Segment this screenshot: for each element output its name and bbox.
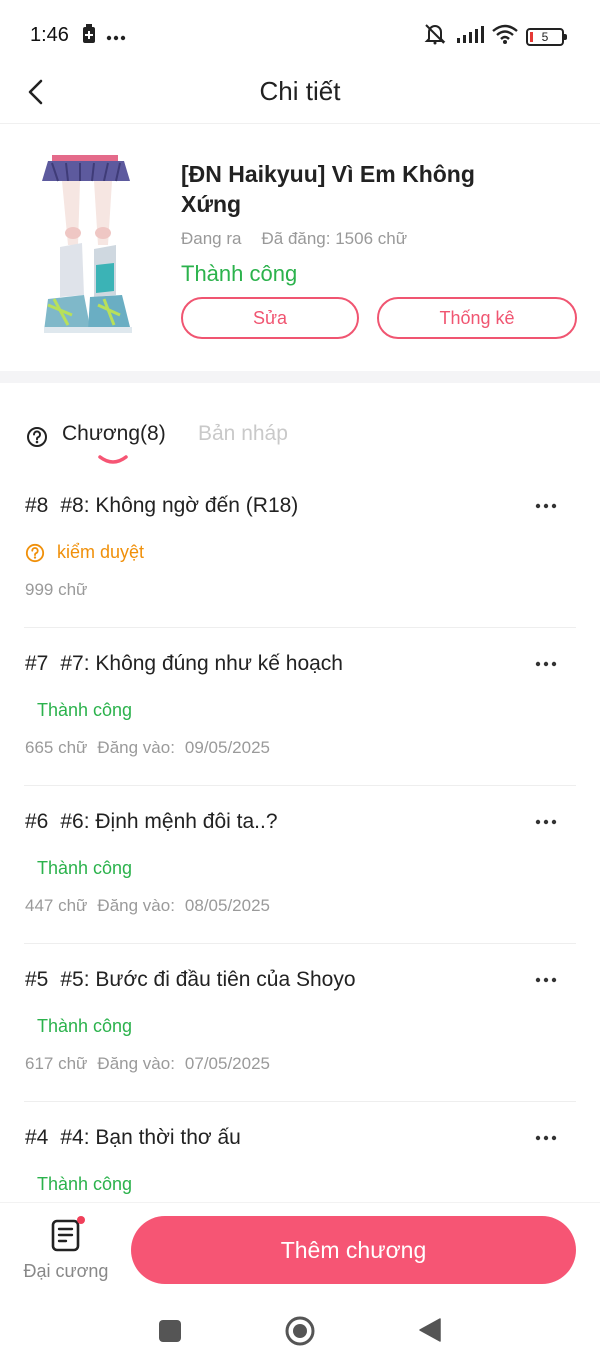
wifi-icon (492, 24, 518, 49)
page-title: Chi tiết (259, 76, 341, 106)
chapter-name: #5: Bước đi đầu tiên của Shoyo (60, 968, 356, 991)
chapter-words: 665 chữ (25, 738, 88, 757)
chapter-number: #7 (25, 652, 49, 675)
section-divider (0, 371, 600, 383)
chapter-status-text: Thành công (37, 700, 133, 720)
chapter-more-button[interactable] (532, 1126, 560, 1150)
chapter-status-text: kiểm duyệt (57, 542, 145, 562)
more-dots-icon (535, 503, 557, 509)
chapter-name: #6: Định mệnh đôi ta..? (60, 810, 278, 833)
chapter-status: Thành công (37, 1174, 132, 1195)
chapter-item[interactable]: #7 #7: Không đúng như kế hoạch Thành công… (24, 628, 576, 786)
status-left-icons (82, 24, 126, 49)
more-dots-icon (535, 819, 557, 825)
signal-icon (456, 24, 484, 49)
chapter-date-label: Đăng vào: (97, 738, 175, 757)
chapter-date-label: Đăng vào: (97, 1054, 175, 1073)
more-dots-icon (535, 661, 557, 667)
add-chapter-button[interactable]: Thêm chương (131, 1216, 576, 1284)
status-right-icons: 5 (422, 22, 567, 51)
outline-button[interactable]: Đại cương (18, 1216, 114, 1289)
nav-back-icon[interactable] (418, 1317, 442, 1348)
book-meta: Đang ra Đã đăng: 1506 chữ (181, 229, 581, 249)
chapter-date: 08/05/2025 (184, 896, 271, 915)
edit-button[interactable]: Sửa (181, 297, 359, 339)
chapter-date: 09/05/2025 (184, 738, 271, 757)
tab-chapters[interactable]: Chương(8) (62, 422, 166, 446)
chapter-status-text: Thành công (37, 1016, 133, 1036)
chapter-words: 617 chữ (25, 1054, 88, 1073)
chapter-title: #8 #8: Không ngờ đến (R18) (25, 494, 298, 518)
more-dots-icon (535, 1135, 557, 1141)
outline-label: Đại cương (23, 1261, 109, 1281)
review-help-icon (25, 543, 45, 562)
home-icon[interactable] (284, 1315, 316, 1352)
chapter-number: #6 (25, 810, 49, 833)
chapter-number: #4 (25, 1126, 49, 1149)
tab-drafts[interactable]: Bản nháp (198, 422, 288, 446)
chapter-date: 07/05/2025 (184, 1054, 271, 1073)
header: Chi tiết (0, 60, 600, 124)
stats-button[interactable]: Thống kê (377, 297, 577, 339)
chapter-more-button[interactable] (532, 494, 560, 518)
chapter-more-button[interactable] (532, 968, 560, 992)
battery-icon: 5 (526, 27, 567, 46)
chapter-more-button[interactable] (532, 810, 560, 834)
chapter-name: #8: Không ngờ đến (R18) (60, 494, 299, 517)
book-word-count: Đã đăng: 1506 chữ (261, 229, 408, 248)
chapter-date-label: Đăng vào: (97, 896, 175, 915)
recent-apps-icon[interactable] (159, 1320, 181, 1342)
mute-icon (422, 22, 448, 51)
battery-level-text: 5 (541, 29, 549, 44)
chapter-meta: 999 chữ (25, 580, 97, 600)
chapter-status: Thành công (37, 700, 132, 721)
chapter-title: #5 #5: Bước đi đầu tiên của Shoyo (25, 968, 356, 992)
more-dots-icon (106, 28, 126, 46)
chapter-item[interactable]: #5 #5: Bước đi đầu tiên của Shoyo Thành c… (24, 944, 576, 1102)
chapter-meta: 617 chữ Đăng vào: 07/05/2025 (25, 1054, 280, 1074)
book-title: [ĐN Haikyuu] Vì Em Không Xứng (181, 161, 475, 217)
chapter-meta: 447 chữ Đăng vào: 08/05/2025 (25, 896, 280, 916)
help-icon[interactable] (26, 426, 48, 453)
system-nav-bar (0, 1298, 600, 1367)
chapter-list: #8 #8: Không ngờ đến (R18) kiểm duyệt 999… (24, 470, 576, 1260)
chapter-status: Thành công (37, 1016, 132, 1037)
chapter-words: 447 chữ (25, 896, 88, 915)
battery-saver-icon (82, 24, 96, 49)
book-cover-image[interactable] (24, 155, 158, 341)
chapter-item[interactable]: #6 #6: Định mệnh đôi ta..? Thành công 447… (24, 786, 576, 944)
chapter-item[interactable]: #8 #8: Không ngờ đến (R18) kiểm duyệt 999… (24, 470, 576, 628)
battery-level-fill (530, 31, 533, 42)
active-tab-indicator (98, 452, 128, 464)
book-status: Thành công (181, 261, 298, 286)
chapter-status: Thành công (37, 858, 132, 879)
book-state: Đang ra (181, 229, 242, 248)
chapter-number: #5 (25, 968, 49, 991)
chapter-name: #7: Không đúng như kế hoạch (60, 652, 343, 675)
book-card: [ĐN Haikyuu] Vì Em Không Xứng Đang ra Đã… (0, 125, 600, 371)
status-time: 1:46 (30, 24, 69, 46)
chapter-title: #6 #6: Định mệnh đôi ta..? (25, 810, 278, 834)
outline-icon-wrap (50, 1216, 85, 1253)
chapter-title: #4 #4: Bạn thời thơ ấu (25, 1126, 241, 1150)
chapter-more-button[interactable] (532, 652, 560, 676)
chapter-tabs: Chương(8) Bản nháp (24, 414, 584, 466)
document-icon (51, 1219, 80, 1252)
book-actions: Sửa Thống kê (181, 297, 581, 339)
notification-dot (77, 1216, 85, 1224)
bottom-action-bar: Đại cương Thêm chương (0, 1202, 600, 1298)
chapter-meta: 665 chữ Đăng vào: 09/05/2025 (25, 738, 280, 758)
chapter-status: kiểm duyệt (25, 542, 144, 563)
chapter-number: #8 (25, 494, 49, 517)
chapter-title: #7 #7: Không đúng như kế hoạch (25, 652, 343, 676)
book-info: [ĐN Haikyuu] Vì Em Không Xứng Đang ra Đã… (181, 159, 581, 339)
chapter-status-text: Thành công (37, 1174, 133, 1194)
chapter-name: #4: Bạn thời thơ ấu (60, 1126, 241, 1149)
chapter-words: 999 chữ (25, 580, 88, 599)
more-dots-icon (535, 977, 557, 983)
chapter-status-text: Thành công (37, 858, 133, 878)
